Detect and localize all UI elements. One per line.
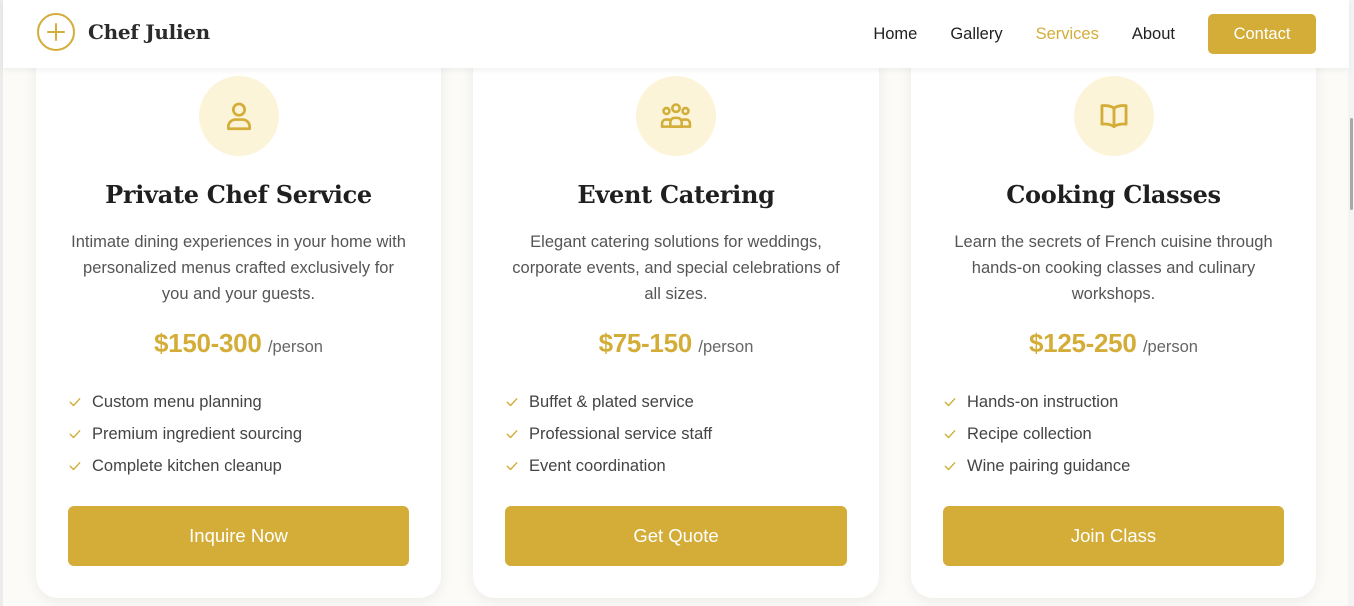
main-nav: Home Gallery Services About Contact xyxy=(873,0,1349,68)
check-icon xyxy=(944,430,956,439)
check-icon xyxy=(506,398,518,407)
price-value: $75-150 xyxy=(598,328,693,358)
brand[interactable]: Chef Julien xyxy=(36,12,210,52)
service-title: Cooking Classes xyxy=(1006,180,1221,209)
check-icon xyxy=(506,462,518,471)
feature-item: Event coordination xyxy=(505,450,847,482)
check-icon xyxy=(506,430,518,439)
feature-list: Custom menu planning Premium ingredient … xyxy=(68,386,409,482)
nav-link-about[interactable]: About xyxy=(1132,25,1175,44)
check-icon xyxy=(69,430,81,439)
check-icon xyxy=(944,398,956,407)
feature-label: Recipe collection xyxy=(967,424,1092,443)
service-price: $75-150 /person xyxy=(473,328,879,359)
user-icon xyxy=(226,102,251,131)
site-header: Chef Julien Home Gallery Services About … xyxy=(3,0,1349,68)
feature-item: Complete kitchen cleanup xyxy=(68,450,409,482)
plus-in-circle-icon xyxy=(37,13,75,51)
scrollbar-thumb[interactable] xyxy=(1350,118,1353,210)
feature-item: Premium ingredient sourcing xyxy=(68,418,409,450)
nav-link-gallery[interactable]: Gallery xyxy=(950,25,1002,44)
feature-label: Custom menu planning xyxy=(92,392,262,411)
scrollbar[interactable] xyxy=(1348,0,1354,606)
service-title: Private Chef Service xyxy=(105,180,372,209)
users-group-icon xyxy=(660,103,692,128)
feature-item: Wine pairing guidance xyxy=(943,450,1284,482)
feature-label: Event coordination xyxy=(529,456,666,475)
service-description: Intimate dining experiences in your home… xyxy=(71,233,406,303)
contact-button[interactable]: Contact xyxy=(1208,14,1316,54)
feature-label: Complete kitchen cleanup xyxy=(92,456,282,475)
price-value: $125-250 xyxy=(1029,328,1137,358)
service-description: Learn the secrets of French cuisine thro… xyxy=(954,233,1273,303)
open-book-icon xyxy=(1100,104,1127,129)
service-icon-badge xyxy=(636,76,716,156)
inquire-now-button[interactable]: Inquire Now xyxy=(68,506,409,566)
services-grid: Private Chef Service Intimate dining exp… xyxy=(0,0,1354,606)
service-icon-badge xyxy=(198,76,279,156)
service-card-cooking-classes: Cooking Classes Learn the secrets of Fre… xyxy=(911,20,1316,598)
price-value: $150-300 xyxy=(154,328,262,358)
feature-label: Professional service staff xyxy=(529,424,713,443)
feature-label: Premium ingredient sourcing xyxy=(92,424,303,443)
join-class-button[interactable]: Join Class xyxy=(943,506,1284,566)
price-unit: /person xyxy=(698,338,754,356)
service-title: Event Catering xyxy=(577,180,775,209)
check-icon xyxy=(69,398,81,407)
check-icon xyxy=(69,462,81,471)
nav-link-home[interactable]: Home xyxy=(873,25,917,44)
feature-label: Buffet & plated service xyxy=(529,392,694,411)
service-card-event-catering: Event Catering Elegant catering solution… xyxy=(473,20,879,598)
price-unit: /person xyxy=(1142,338,1198,356)
service-card-private-chef: Private Chef Service Intimate dining exp… xyxy=(36,20,441,598)
service-price: $150-300 /person xyxy=(36,328,441,359)
get-quote-button[interactable]: Get Quote xyxy=(505,506,847,566)
feature-item: Professional service staff xyxy=(505,418,847,450)
check-icon xyxy=(944,462,956,471)
feature-item: Custom menu planning xyxy=(68,386,409,418)
feature-label: Hands-on instruction xyxy=(967,392,1119,411)
feature-item: Recipe collection xyxy=(943,418,1284,450)
service-icon-badge xyxy=(1073,76,1154,156)
service-price: $125-250 /person xyxy=(911,328,1316,359)
feature-list: Hands-on instruction Recipe collection W… xyxy=(943,386,1284,482)
price-unit: /person xyxy=(267,338,323,356)
brand-name: Chef Julien xyxy=(88,20,210,44)
feature-label: Wine pairing guidance xyxy=(967,456,1131,475)
feature-item: Buffet & plated service xyxy=(505,386,847,418)
feature-item: Hands-on instruction xyxy=(943,386,1284,418)
feature-list: Buffet & plated service Professional ser… xyxy=(505,386,847,482)
nav-link-services[interactable]: Services xyxy=(1036,25,1099,44)
service-description: Elegant catering solutions for weddings,… xyxy=(512,233,840,303)
